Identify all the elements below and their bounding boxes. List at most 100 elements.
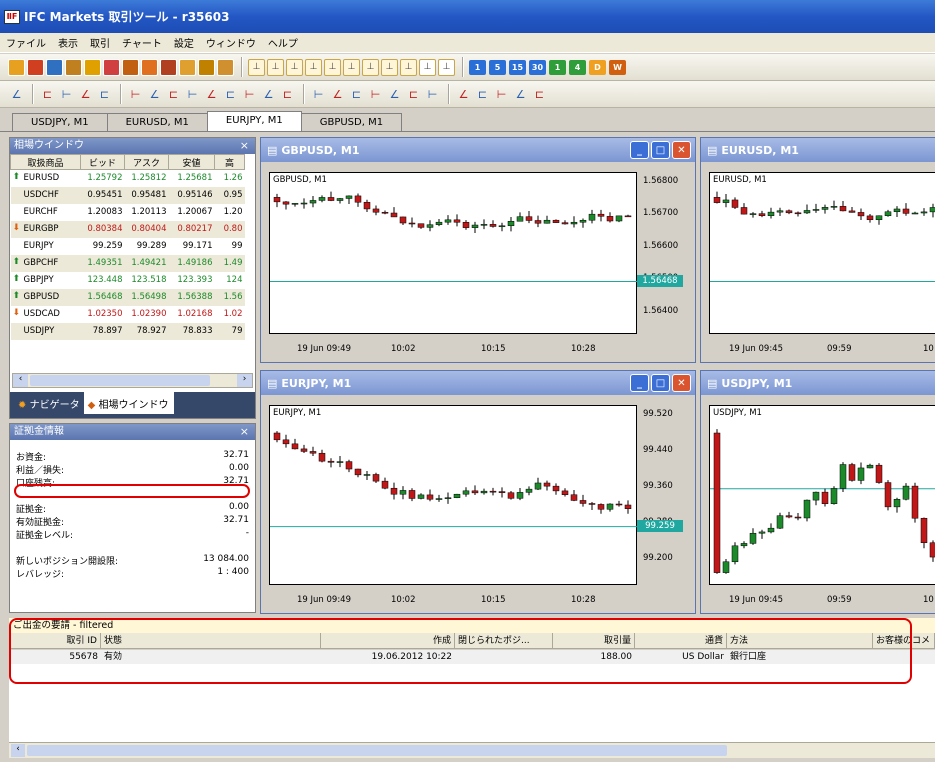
drawing-tool-icon[interactable]: ∠: [386, 86, 403, 103]
column-header[interactable]: ビッド: [80, 154, 125, 170]
timeframe-button[interactable]: 1: [549, 59, 566, 75]
menu-help[interactable]: ヘルプ: [268, 35, 298, 50]
drawing-tool-icon[interactable]: ⊢: [493, 86, 510, 103]
drawing-tool-icon[interactable]: ⊢: [127, 86, 144, 103]
drawing-tool-icon[interactable]: ∠: [260, 86, 277, 103]
table-row[interactable]: USDCHF 0.95451 0.95481 0.95146 0.95: [10, 186, 245, 204]
chart-window-eurusd[interactable]: ▤ EURUSD, M1 EURUSD, M1 19 Jun 09:45 09:59…: [700, 137, 935, 363]
drawing-tool-icon[interactable]: ⊏: [96, 86, 113, 103]
minimize-icon[interactable]: _: [630, 374, 649, 392]
chart-plot[interactable]: USDJPY, M1: [709, 405, 935, 585]
table-row[interactable]: EURCHF 1.20083 1.20113 1.20067 1.20: [10, 203, 245, 221]
drawing-tool-icon[interactable]: ∠: [146, 86, 163, 103]
drawing-tool-icon[interactable]: ⊢: [184, 86, 201, 103]
chart-type-icon[interactable]: ⊥: [267, 58, 284, 76]
chart-type-icon[interactable]: ⊥: [305, 58, 322, 76]
scroll-thumb[interactable]: [27, 745, 727, 756]
table-row[interactable]: ⬇ EURGBP 0.80384 0.80404 0.80217 0.80: [10, 220, 245, 238]
sell-icon[interactable]: [141, 58, 158, 76]
chart-window-header[interactable]: ▤ EURUSD, M1: [701, 138, 935, 162]
drawing-tool-icon[interactable]: ⊏: [474, 86, 491, 103]
chart-plot[interactable]: EURUSD, M1: [709, 172, 935, 334]
chart-type-icon[interactable]: ⊥: [343, 58, 360, 76]
table-row[interactable]: USDJPY 78.897 78.927 78.833 79: [10, 322, 245, 340]
history-icon[interactable]: [198, 58, 215, 76]
minimize-icon[interactable]: _: [630, 141, 649, 159]
scroll-left-icon[interactable]: ‹: [13, 374, 28, 387]
chart-type-icon[interactable]: ⊥: [248, 58, 265, 76]
drawing-tool-icon[interactable]: ⊏: [405, 86, 422, 103]
trade-icon[interactable]: [103, 58, 120, 76]
timeframe-button[interactable]: D: [589, 59, 606, 75]
scroll-left-icon[interactable]: ‹: [11, 744, 25, 757]
order-icon[interactable]: [160, 58, 177, 76]
chart-plot[interactable]: EURJPY, M1: [269, 405, 638, 585]
scroll-right-icon[interactable]: ›: [237, 374, 252, 387]
chart-type-icon[interactable]: ⊥: [324, 58, 341, 76]
open-icon[interactable]: [8, 58, 25, 76]
drawing-tool-icon[interactable]: ⊢: [58, 86, 75, 103]
timeframe-button[interactable]: 15: [509, 59, 526, 75]
drawing-tool-icon[interactable]: ⊢: [367, 86, 384, 103]
timeframe-button[interactable]: W: [609, 59, 626, 75]
chart-type-icon[interactable]: ⊥: [400, 58, 417, 76]
timeframe-button[interactable]: 4: [569, 59, 586, 75]
horizontal-scrollbar[interactable]: ‹ ›: [12, 373, 253, 388]
tab-chart[interactable]: EURUSD, M1: [106, 113, 208, 131]
table-row[interactable]: EURJPY 99.259 99.289 99.171 99: [10, 237, 245, 255]
menu-view[interactable]: 表示: [58, 35, 78, 50]
chart-window-gbpusd[interactable]: ▤ GBPUSD, M1 _ □ ✕ GBPUSD, M1 1.56800 1.5670…: [260, 137, 696, 363]
chart-type-icon[interactable]: ⊥: [362, 58, 379, 76]
timeframe-button[interactable]: 5: [489, 59, 506, 75]
table-row[interactable]: ⬆ GBPJPY 123.448 123.518 123.393 124: [10, 271, 245, 289]
chart-type-icon[interactable]: ⊥: [381, 58, 398, 76]
menu-trade[interactable]: 取引: [90, 35, 110, 50]
buy-icon[interactable]: [122, 58, 139, 76]
close-icon[interactable]: ×: [240, 424, 249, 440]
menu-chart[interactable]: チャート: [122, 35, 162, 50]
drawing-tool-icon[interactable]: ∠: [329, 86, 346, 103]
drawing-tool-icon[interactable]: ⊢: [241, 86, 258, 103]
drawing-tool-icon[interactable]: ∠: [8, 86, 25, 103]
news-icon[interactable]: [217, 58, 234, 76]
requests-scrollbar[interactable]: ‹: [9, 742, 935, 758]
chart-type-icon[interactable]: ⊥: [419, 58, 436, 76]
terminal-icon[interactable]: [46, 58, 63, 76]
drawing-tool-icon[interactable]: ∠: [455, 86, 472, 103]
settings-icon[interactable]: [65, 58, 82, 76]
drawing-tool-icon[interactable]: ∠: [203, 86, 220, 103]
chart-type-icon[interactable]: ⊥: [286, 58, 303, 76]
chart-window-header[interactable]: ▤ GBPUSD, M1 _ □ ✕: [261, 138, 695, 162]
close-icon[interactable]: ×: [240, 138, 249, 154]
maximize-icon[interactable]: □: [651, 374, 670, 392]
table-row[interactable]: ⬆ GBPUSD 1.56468 1.56498 1.56388 1.56: [10, 288, 245, 306]
chart-type-icon[interactable]: ⊥: [438, 58, 455, 76]
drawing-tool-icon[interactable]: ⊏: [39, 86, 56, 103]
table-row[interactable]: ⬇ USDCAD 1.02350 1.02390 1.02168 1.02: [10, 305, 245, 323]
tab-chart[interactable]: GBPUSD, M1: [300, 113, 403, 131]
drawing-tool-icon[interactable]: ⊏: [531, 86, 548, 103]
drawing-tool-icon[interactable]: ⊏: [348, 86, 365, 103]
scroll-thumb[interactable]: [30, 375, 210, 386]
menu-window[interactable]: ウィンドウ: [206, 35, 256, 50]
drawing-tool-icon[interactable]: ⊢: [424, 86, 441, 103]
chart-window-header[interactable]: ▤ EURJPY, M1 _ □ ✕: [261, 371, 695, 395]
close-icon[interactable]: ✕: [672, 374, 691, 392]
table-row[interactable]: ⬆ EURUSD 1.25792 1.25812 1.25681 1.26: [10, 169, 245, 187]
chart-window-header[interactable]: ▤ USDJPY, M1: [701, 371, 935, 395]
menu-file[interactable]: ファイル: [6, 35, 46, 50]
chart-window-usdjpy[interactable]: ▤ USDJPY, M1 USDJPY, M1 19 Jun 09:45 09:59…: [700, 370, 935, 614]
tab-market-watch[interactable]: ◆ 相場ウインドウ: [83, 392, 175, 414]
table-row[interactable]: ⬆ GBPCHF 1.49351 1.49421 1.49186 1.49: [10, 254, 245, 272]
timeframe-button[interactable]: 30: [529, 59, 546, 75]
timeframe-button[interactable]: 1: [469, 59, 486, 75]
save-icon[interactable]: [84, 58, 101, 76]
drawing-tool-icon[interactable]: ⊏: [165, 86, 182, 103]
tab-navigator[interactable]: ✹ ナビゲータ: [16, 392, 84, 412]
menu-settings[interactable]: 設定: [174, 35, 194, 50]
tab-chart[interactable]: EURJPY, M1: [206, 111, 302, 131]
profiles-icon[interactable]: [27, 58, 44, 76]
drawing-tool-icon[interactable]: ⊢: [310, 86, 327, 103]
close-icon[interactable]: ✕: [672, 141, 691, 159]
column-header[interactable]: 取扱商品: [10, 154, 81, 170]
